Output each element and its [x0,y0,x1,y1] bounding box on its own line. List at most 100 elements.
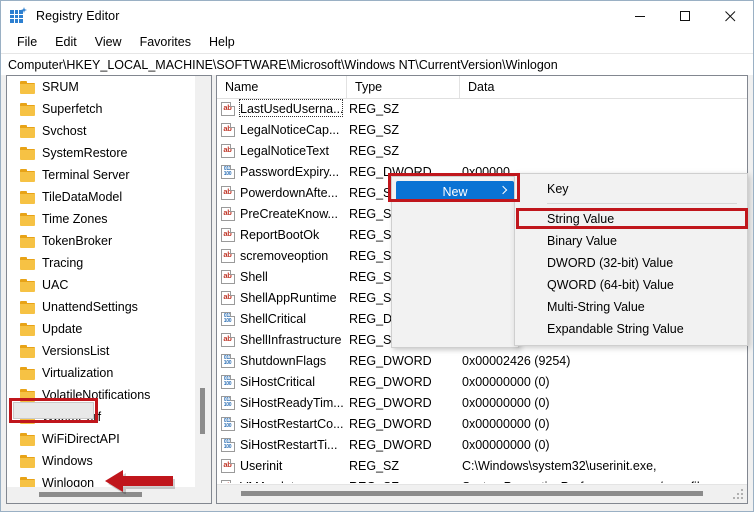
tree-spacer [7,98,20,120]
menu-file[interactable]: File [8,33,46,51]
tree-spacer [7,142,20,164]
value-name: LegalNoticeCap... [240,123,339,137]
registry-tree-pane[interactable]: SRUM Superfetch SvchostSystemRestoreTermin… [6,75,212,504]
value-name: ShellCritical [240,312,306,326]
tree-item-update[interactable]: Update [7,318,196,340]
tree-item-versionslist[interactable]: VersionsList [7,340,196,362]
tree-vertical-scrollbar[interactable] [195,76,211,488]
column-header-type[interactable]: Type [347,76,460,98]
tree-item-label: TokenBroker [42,234,112,248]
title-bar: Registry Editor [1,1,753,31]
tree-item-tiledatamodel[interactable]: TileDataModel [7,186,196,208]
tree-item-systemrestore[interactable]: SystemRestore [7,142,196,164]
submenu-separator [547,203,737,204]
tree-item-terminal-server[interactable]: Terminal Server [7,164,196,186]
table-row[interactable]: 011100SiHostRestartTi...REG_DWORD0x00000… [217,434,747,455]
string-value-icon: ab [221,144,235,158]
string-value-icon: ab [221,459,235,473]
value-name: LegalNoticeText [240,144,329,158]
tree-item-srum[interactable]: SRUM [7,76,196,98]
string-value-icon: ab [221,291,235,305]
table-row[interactable]: abUserinitREG_SZC:\Windows\system32\user… [217,455,747,476]
registry-editor-window: Registry Editor File Edit View Favorites… [0,0,754,512]
tree-spacer [7,362,20,384]
tree-item-label: Superfetch [42,102,102,116]
value-name: scremoveoption [240,249,328,263]
tree-vertical-scroll-thumb[interactable] [200,388,205,434]
table-row[interactable]: abLegalNoticeTextREG_SZ [217,140,747,161]
dword-value-icon: 011100 [221,375,235,389]
string-value-icon: ab [221,480,235,484]
dword-value-icon: 011100 [221,165,235,179]
resize-grip-icon[interactable] [733,489,744,500]
table-row[interactable]: abLegalNoticeCap...REG_SZ [217,119,747,140]
tree-spacer [7,318,20,340]
value-name: SiHostCritical [240,375,315,389]
value-data: 0x00000000 (0) [462,375,550,389]
tree-item-unattendsettings[interactable]: UnattendSettings [7,296,196,318]
table-row[interactable]: abLastUsedUserna...REG_SZ [217,98,747,119]
registry-editor-icon [10,8,26,24]
submenu-item-qword-64-bit-value[interactable]: QWORD (64-bit) Value [515,274,747,296]
tree-item-tokenbroker[interactable]: TokenBroker [7,230,196,252]
folder-icon [20,103,36,116]
value-name: Shell [240,270,268,284]
tree-spacer [7,274,20,296]
winlogon-highlight-box [9,398,98,423]
table-row[interactable]: abVMAppletREG_SZSystemPropertiesPerforma… [217,476,747,483]
submenu-item-binary-value[interactable]: Binary Value [515,230,747,252]
value-data: 0x00002426 (9254) [462,354,570,368]
tree-item-label: SRUM [42,80,79,94]
folder-icon [20,433,36,446]
column-header-data[interactable]: Data [460,76,747,98]
value-name: VMApplet [240,480,294,484]
registry-tree-list[interactable]: SRUM Superfetch SvchostSystemRestoreTermin… [7,76,196,488]
menu-view[interactable]: View [86,33,131,51]
tree-item-time-zones[interactable]: Time Zones [7,208,196,230]
tree-spacer [7,230,20,252]
menu-help[interactable]: Help [200,33,244,51]
list-horizontal-scrollbar[interactable] [217,484,747,503]
value-data: C:\Windows\system32\userinit.exe, [462,459,657,473]
string-value-icon: ab [221,249,235,263]
tree-item-tracing[interactable]: Tracing [7,252,196,274]
content-panes: SRUM Superfetch SvchostSystemRestoreTermin… [1,75,753,511]
focus-rectangle [239,99,343,117]
tree-item-label: Tracing [42,256,83,270]
value-type: REG_SZ [349,480,399,484]
new-menu-highlight-box [388,173,520,202]
submenu-item-dword-32-bit-value[interactable]: DWORD (32-bit) Value [515,252,747,274]
tree-spacer [7,76,20,98]
tree-item-label: Update [42,322,82,336]
tree-spacer [7,450,20,472]
string-value-icon: ab [221,333,235,347]
value-name: ShellAppRuntime [240,291,337,305]
list-horizontal-scroll-thumb[interactable] [241,491,703,496]
table-row[interactable]: 011100ShutdownFlagsREG_DWORD0x00002426 (… [217,350,747,371]
submenu-item-expandable-string-value[interactable]: Expandable String Value [515,318,747,340]
tree-item-uac[interactable]: UAC [7,274,196,296]
minimize-button[interactable] [618,1,663,31]
address-input[interactable] [2,55,752,75]
table-row[interactable]: 011100SiHostReadyTim...REG_DWORD0x000000… [217,392,747,413]
table-row[interactable]: 011100SiHostRestartCo...REG_DWORD0x00000… [217,413,747,434]
tree-item-label: Windows [42,454,93,468]
menu-edit[interactable]: Edit [46,33,86,51]
tree-item-wifidirectapi[interactable]: WiFiDirectAPI [7,428,196,450]
dword-value-icon: 011100 [221,354,235,368]
dword-value-icon: 011100 [221,312,235,326]
tree-item-virtualization[interactable]: Virtualization [7,362,196,384]
close-button[interactable] [708,1,753,31]
menu-favorites[interactable]: Favorites [131,33,200,51]
table-row[interactable]: 011100SiHostCriticalREG_DWORD0x00000000 … [217,371,747,392]
tree-item-svchost[interactable]: Svchost [7,120,196,142]
submenu-item-multi-string-value[interactable]: Multi-String Value [515,296,747,318]
folder-icon [20,213,36,226]
value-type: REG_DWORD [349,396,432,410]
new-submenu-panel[interactable]: KeyString ValueBinary ValueDWORD (32-bit… [514,173,748,346]
submenu-item-key[interactable]: Key [515,178,747,200]
maximize-button[interactable] [663,1,708,31]
tree-item-superfetch[interactable]: Superfetch [7,98,196,120]
column-header-name[interactable]: Name [217,76,347,98]
value-name: PowerdownAfte... [240,186,338,200]
